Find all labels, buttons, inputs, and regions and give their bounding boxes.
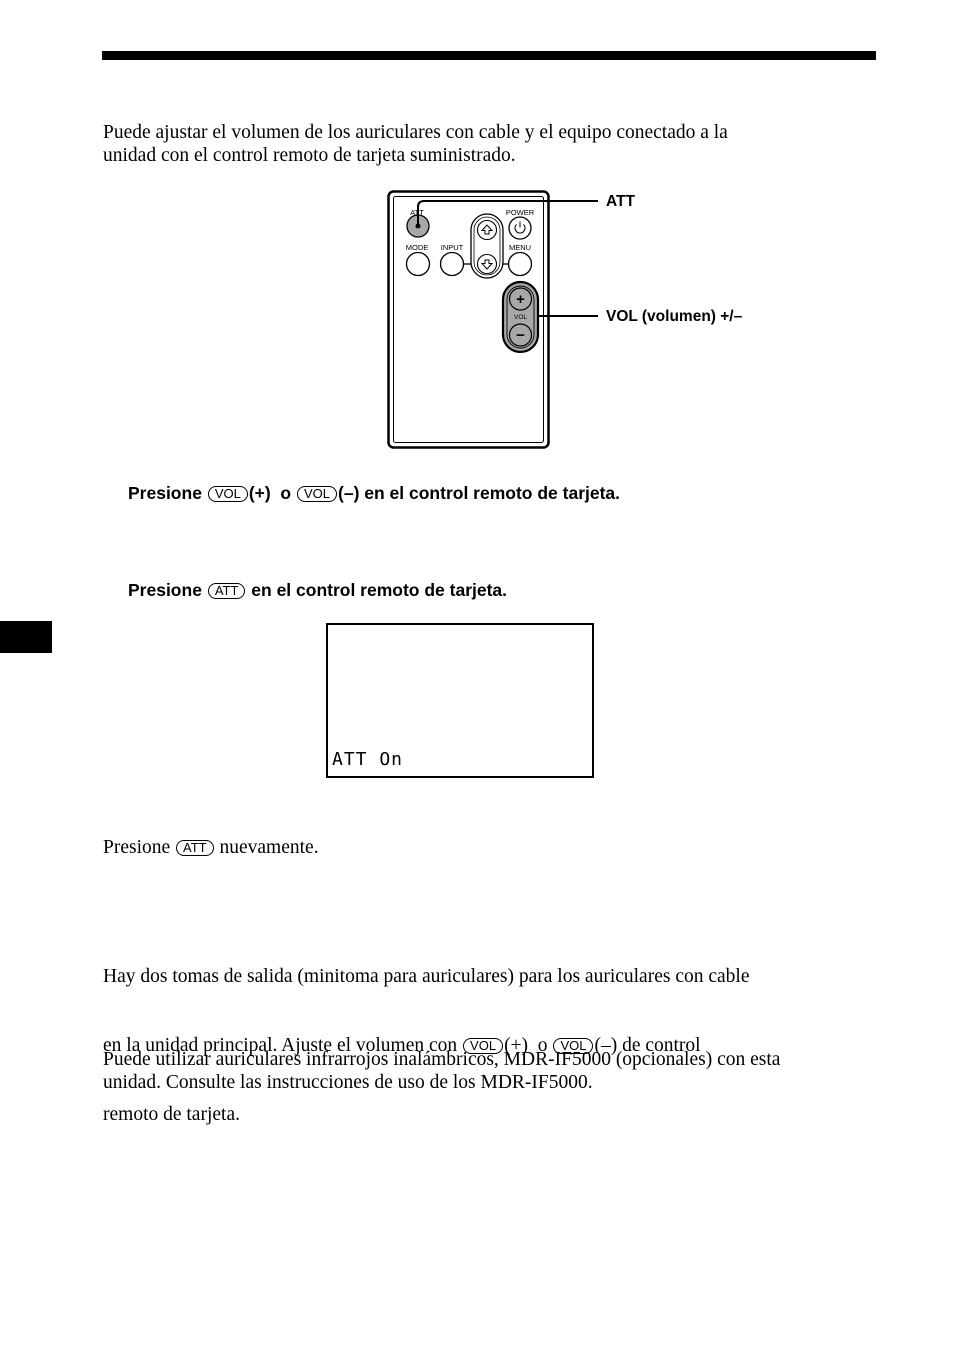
menu-button-label: MENU bbox=[509, 243, 531, 252]
wired-headphones-paragraph: Hay dos tomas de salida (minitoma para a… bbox=[103, 919, 750, 1149]
wireless-headphones-paragraph: Puede utilizar auriculares infrarrojos i… bbox=[103, 1048, 780, 1094]
display-text: ATT On bbox=[332, 749, 404, 770]
up-button bbox=[476, 219, 498, 241]
cancel-att-suffix: nuevamente. bbox=[219, 837, 319, 858]
step-volume-instruction: Presione VOL (+) o VOL (–) en el control r… bbox=[128, 482, 620, 504]
vol-key-icon: VOL bbox=[207, 486, 248, 502]
att-key-icon: ATT bbox=[176, 840, 214, 856]
input-button bbox=[439, 251, 465, 277]
wireless-line-2: unidad. Consulte las instrucciones de us… bbox=[103, 1072, 593, 1093]
step-att-suffix: en el control remoto de tarjeta. bbox=[251, 580, 508, 600]
step-att-instruction: Presione ATT en el control remoto de tar… bbox=[128, 579, 507, 601]
intro-line-1: Puede ajustar el volumen de los auricula… bbox=[103, 122, 728, 143]
intro-line-2: unidad con el control remoto de tarjeta … bbox=[103, 145, 516, 166]
header-rule bbox=[102, 51, 876, 60]
wired-line-3: remoto de tarjeta. bbox=[103, 1104, 240, 1125]
vol-key-icon: VOL bbox=[297, 486, 338, 502]
power-button-label: POWER bbox=[506, 208, 535, 217]
wired-line-1: Hay dos tomas de salida (minitoma para a… bbox=[103, 966, 750, 987]
vol-callout: VOL (volumen) +/– bbox=[606, 308, 743, 325]
step-volume-suffix: (–) en el control remoto de tarjeta. bbox=[338, 483, 621, 503]
minus-icon: − bbox=[516, 327, 525, 344]
cancel-att-prefix: Presione bbox=[103, 837, 171, 858]
step-volume-mid: (+) o bbox=[248, 483, 292, 503]
step-volume-prefix: Presione bbox=[128, 483, 202, 503]
mode-button bbox=[405, 251, 431, 277]
down-button bbox=[476, 253, 498, 275]
att-key-icon: ATT bbox=[207, 583, 246, 599]
step-att-prefix: Presione bbox=[128, 580, 202, 600]
mode-button-label: MODE bbox=[406, 243, 429, 252]
remote-control-diagram: ATT POWER MODE INPUT MENU + VOL − ATT VO… bbox=[387, 190, 743, 449]
plus-icon: + bbox=[516, 291, 525, 308]
cancel-att-instruction: Presione ATT nuevamente. bbox=[103, 836, 319, 859]
input-button-label: INPUT bbox=[441, 243, 464, 252]
wireless-line-1: Puede utilizar auriculares infrarrojos i… bbox=[103, 1049, 781, 1070]
section-tab-marker bbox=[0, 621, 52, 653]
menu-button bbox=[507, 251, 533, 277]
att-callout: ATT bbox=[606, 193, 636, 210]
vol-button-label: VOL bbox=[514, 314, 527, 321]
power-button bbox=[508, 216, 532, 240]
intro-paragraph: Puede ajustar el volumen de los auricula… bbox=[103, 121, 728, 167]
display-screen: ATT On bbox=[326, 623, 594, 778]
